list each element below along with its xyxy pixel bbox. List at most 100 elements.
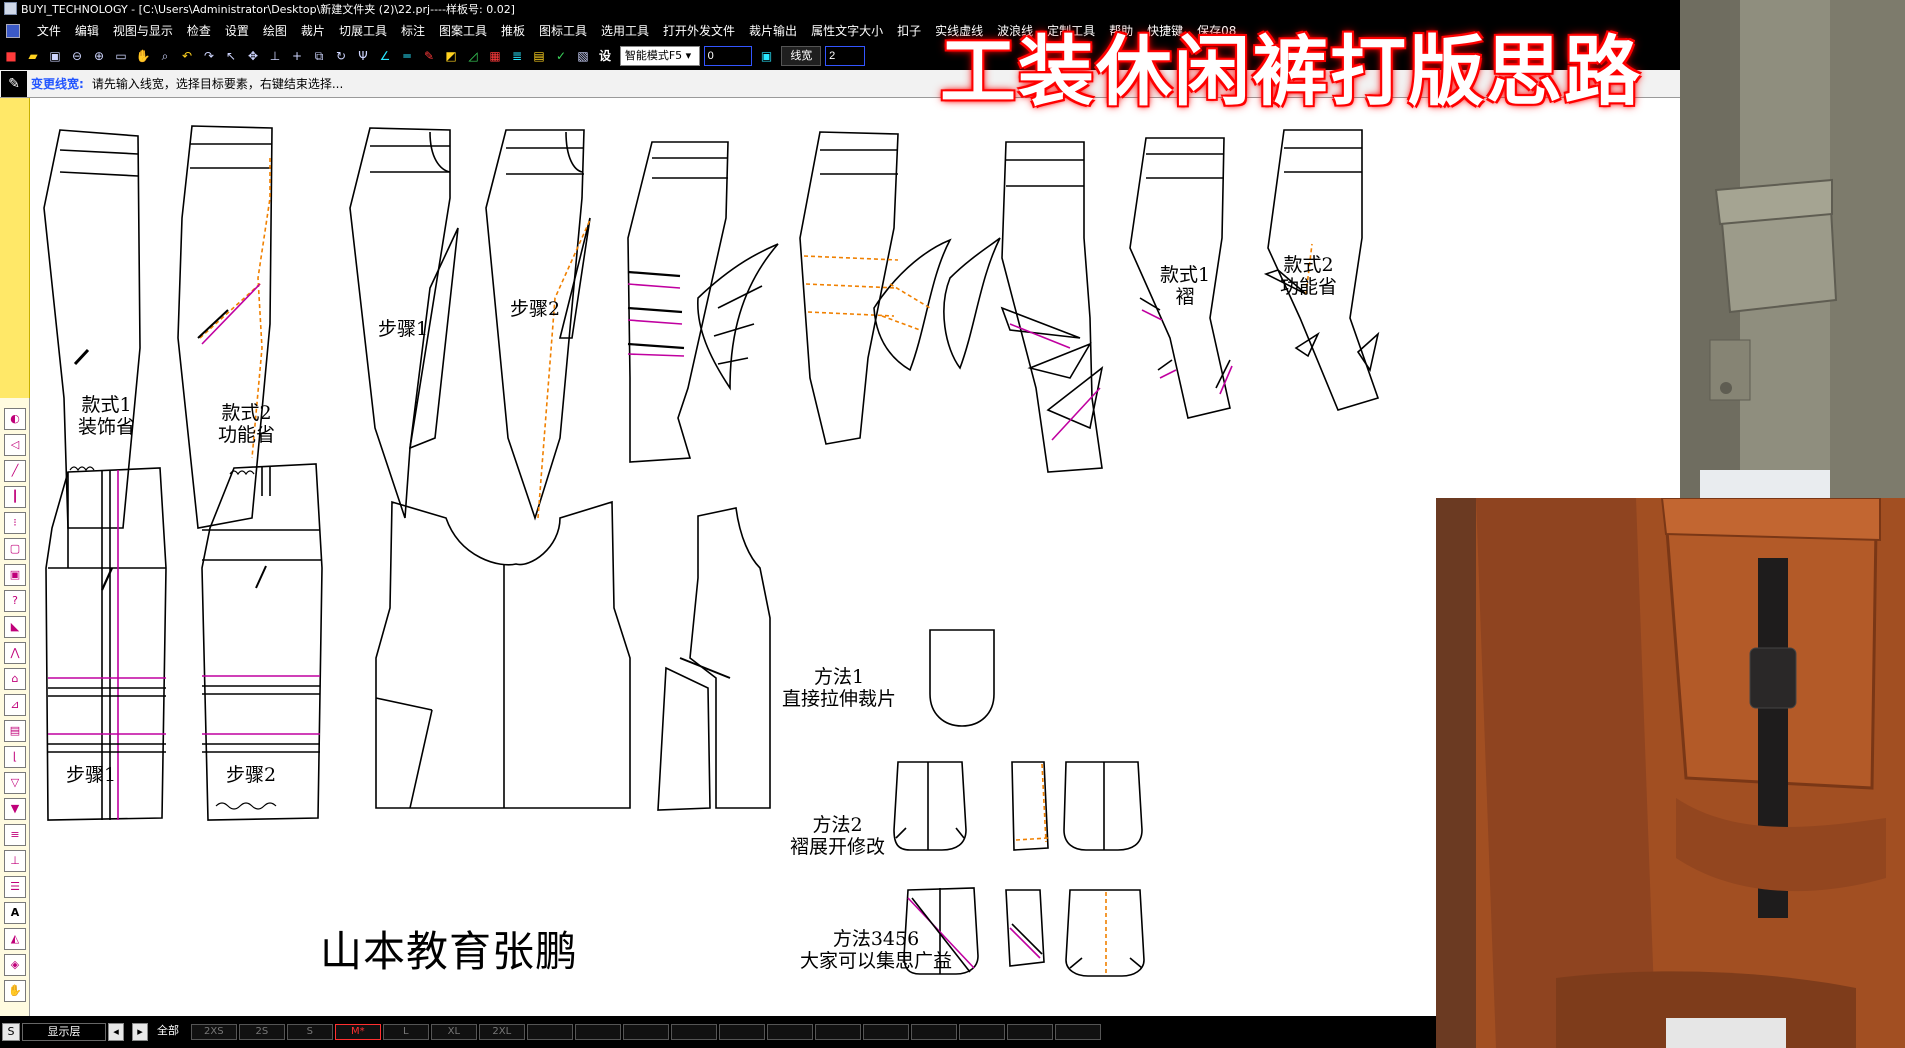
menu-select-tools[interactable]: 选用工具 — [594, 20, 656, 42]
dart-icon[interactable]: ⋀ — [4, 642, 26, 664]
menu-annotate[interactable]: 标注 — [394, 20, 432, 42]
size-slot[interactable] — [574, 1024, 621, 1040]
size-xl[interactable]: XL — [430, 1024, 477, 1040]
measure-icon[interactable]: ◿ — [463, 46, 483, 66]
size-2xs[interactable]: 2XS — [190, 1024, 237, 1040]
zoom-window-icon[interactable]: ▭ — [111, 46, 131, 66]
size-m-active[interactable]: M* — [334, 1024, 381, 1040]
menu-edit[interactable]: 编辑 — [68, 20, 106, 42]
rotate-icon[interactable]: ↻ — [331, 46, 351, 66]
note-method1: 方法1 直接拉伸裁片 — [782, 666, 896, 710]
menu-pieces[interactable]: 裁片 — [294, 20, 332, 42]
select-icon[interactable]: ↖ — [221, 46, 241, 66]
next-arrow-icon[interactable]: ▸ — [132, 1023, 148, 1041]
layer-icon[interactable]: ≣ — [507, 46, 527, 66]
menu-check[interactable]: 检查 — [180, 20, 218, 42]
rectangle-icon[interactable]: ▢ — [4, 538, 26, 560]
size-slot[interactable] — [526, 1024, 573, 1040]
menu-file[interactable]: 文件 — [30, 20, 68, 42]
parallel-icon[interactable]: ═ — [397, 46, 417, 66]
app-icon — [4, 2, 17, 15]
ruler-icon[interactable]: ┃ — [4, 486, 26, 508]
angle-icon[interactable]: ∠ — [375, 46, 395, 66]
boot-icon[interactable]: ◣ — [4, 616, 26, 638]
line-width-input[interactable]: 2 — [825, 46, 866, 66]
size-slot[interactable] — [718, 1024, 765, 1040]
curve-icon[interactable]: ◁ — [4, 434, 26, 456]
help-icon[interactable]: ? — [4, 590, 26, 612]
point-icon[interactable]: ⊥ — [265, 46, 285, 66]
prev-arrow-icon[interactable]: ◂ — [108, 1023, 124, 1041]
size-slot[interactable] — [1006, 1024, 1053, 1040]
size-slot[interactable] — [958, 1024, 1005, 1040]
fold-icon[interactable]: ◈ — [4, 954, 26, 976]
menu-settings[interactable]: 设置 — [218, 20, 256, 42]
s-button[interactable]: S — [2, 1023, 20, 1041]
hand-icon[interactable]: ✋ — [4, 980, 26, 1002]
menu-view[interactable]: 视图与显示 — [106, 20, 180, 42]
bezier-icon[interactable]: ◐ — [4, 408, 26, 430]
menu-pattern-tools[interactable]: 图案工具 — [432, 20, 494, 42]
menu-piece-output[interactable]: 裁片输出 — [742, 20, 804, 42]
plus-icon[interactable]: + — [287, 46, 307, 66]
check-icon[interactable]: ✓ — [551, 46, 571, 66]
notch-icon[interactable]: ⊿ — [4, 694, 26, 716]
new-icon[interactable]: ■ — [1, 46, 21, 66]
color-icon[interactable]: ▦ — [485, 46, 505, 66]
window-title: BUYI_TECHNOLOGY - [C:\Users\Administrato… — [21, 3, 515, 16]
save-icon[interactable]: ▣ — [45, 46, 65, 66]
size-2xl[interactable]: 2XL — [478, 1024, 525, 1040]
size-slot[interactable] — [814, 1024, 861, 1040]
size-2s[interactable]: 2S — [238, 1024, 285, 1040]
menu-draw[interactable]: 绘图 — [256, 20, 294, 42]
menu-text-size[interactable]: 属性文字大小 — [804, 20, 890, 42]
disk-icon[interactable]: ▤ — [4, 720, 26, 742]
split-icon[interactable]: ⁝ — [4, 512, 26, 534]
move-icon[interactable]: ✥ — [243, 46, 263, 66]
menu-slash-spread[interactable]: 切展工具 — [332, 20, 394, 42]
zoom-fit-icon[interactable]: ⌕ — [155, 46, 175, 66]
grid-icon[interactable]: ▤ — [529, 46, 549, 66]
pan-icon[interactable]: ✋ — [133, 46, 153, 66]
menu-grading[interactable]: 推板 — [494, 20, 532, 42]
square-icon[interactable]: ▣ — [4, 564, 26, 586]
redo-icon[interactable]: ↷ — [199, 46, 219, 66]
value-input[interactable]: 0 — [703, 46, 752, 66]
copy-icon[interactable]: ⧉ — [309, 46, 329, 66]
undo-icon[interactable]: ↶ — [177, 46, 197, 66]
apply-icon[interactable]: ▣ — [756, 46, 776, 66]
pleat-icon[interactable]: ⌂ — [4, 668, 26, 690]
line-icon[interactable]: ╱ — [4, 460, 26, 482]
open-icon[interactable]: ▰ — [23, 46, 43, 66]
baseline-icon[interactable]: ⊥ — [4, 850, 26, 872]
size-slot[interactable] — [670, 1024, 717, 1040]
flag-icon[interactable]: ◭ — [4, 928, 26, 950]
image-icon[interactable]: ▧ — [573, 46, 593, 66]
pencil-icon[interactable]: ✎ — [419, 46, 439, 66]
text-icon[interactable]: A — [4, 902, 26, 924]
corner-icon[interactable]: ⌊ — [4, 746, 26, 768]
stack-icon[interactable]: ≡ — [4, 824, 26, 846]
fill-icon[interactable]: ◩ — [441, 46, 461, 66]
size-slot[interactable] — [766, 1024, 813, 1040]
settings-shortcut[interactable]: 设 — [595, 46, 615, 66]
size-slot[interactable] — [1054, 1024, 1101, 1040]
menu-buttons[interactable]: 扣子 — [890, 20, 928, 42]
zoom-out-icon[interactable]: ⊖ — [67, 46, 87, 66]
fork-icon[interactable]: Ψ — [353, 46, 373, 66]
mode-select[interactable]: 智能模式F5 ▾ — [619, 46, 700, 66]
zoom-in-icon[interactable]: ⊕ — [89, 46, 109, 66]
menu-open-external[interactable]: 打开外发文件 — [656, 20, 742, 42]
triangle-icon[interactable]: ▼ — [4, 798, 26, 820]
size-s[interactable]: S — [286, 1024, 333, 1040]
menu-icon-tools[interactable]: 图标工具 — [532, 20, 594, 42]
size-slot[interactable] — [910, 1024, 957, 1040]
size-l[interactable]: L — [382, 1024, 429, 1040]
list-icon[interactable]: ☰ — [4, 876, 26, 898]
drawing-canvas[interactable]: 款式1 装饰省 款式2 功能省 步骤1 步骤2 款式1 褶 款式2 功能省 步骤1 步骤… — [30, 98, 1430, 1016]
all-sizes-button[interactable]: 全部 — [150, 1023, 186, 1041]
size-slot[interactable] — [622, 1024, 669, 1040]
filter-icon[interactable]: ▽ — [4, 772, 26, 794]
size-slot[interactable] — [862, 1024, 909, 1040]
document-control-icon[interactable] — [6, 24, 20, 38]
